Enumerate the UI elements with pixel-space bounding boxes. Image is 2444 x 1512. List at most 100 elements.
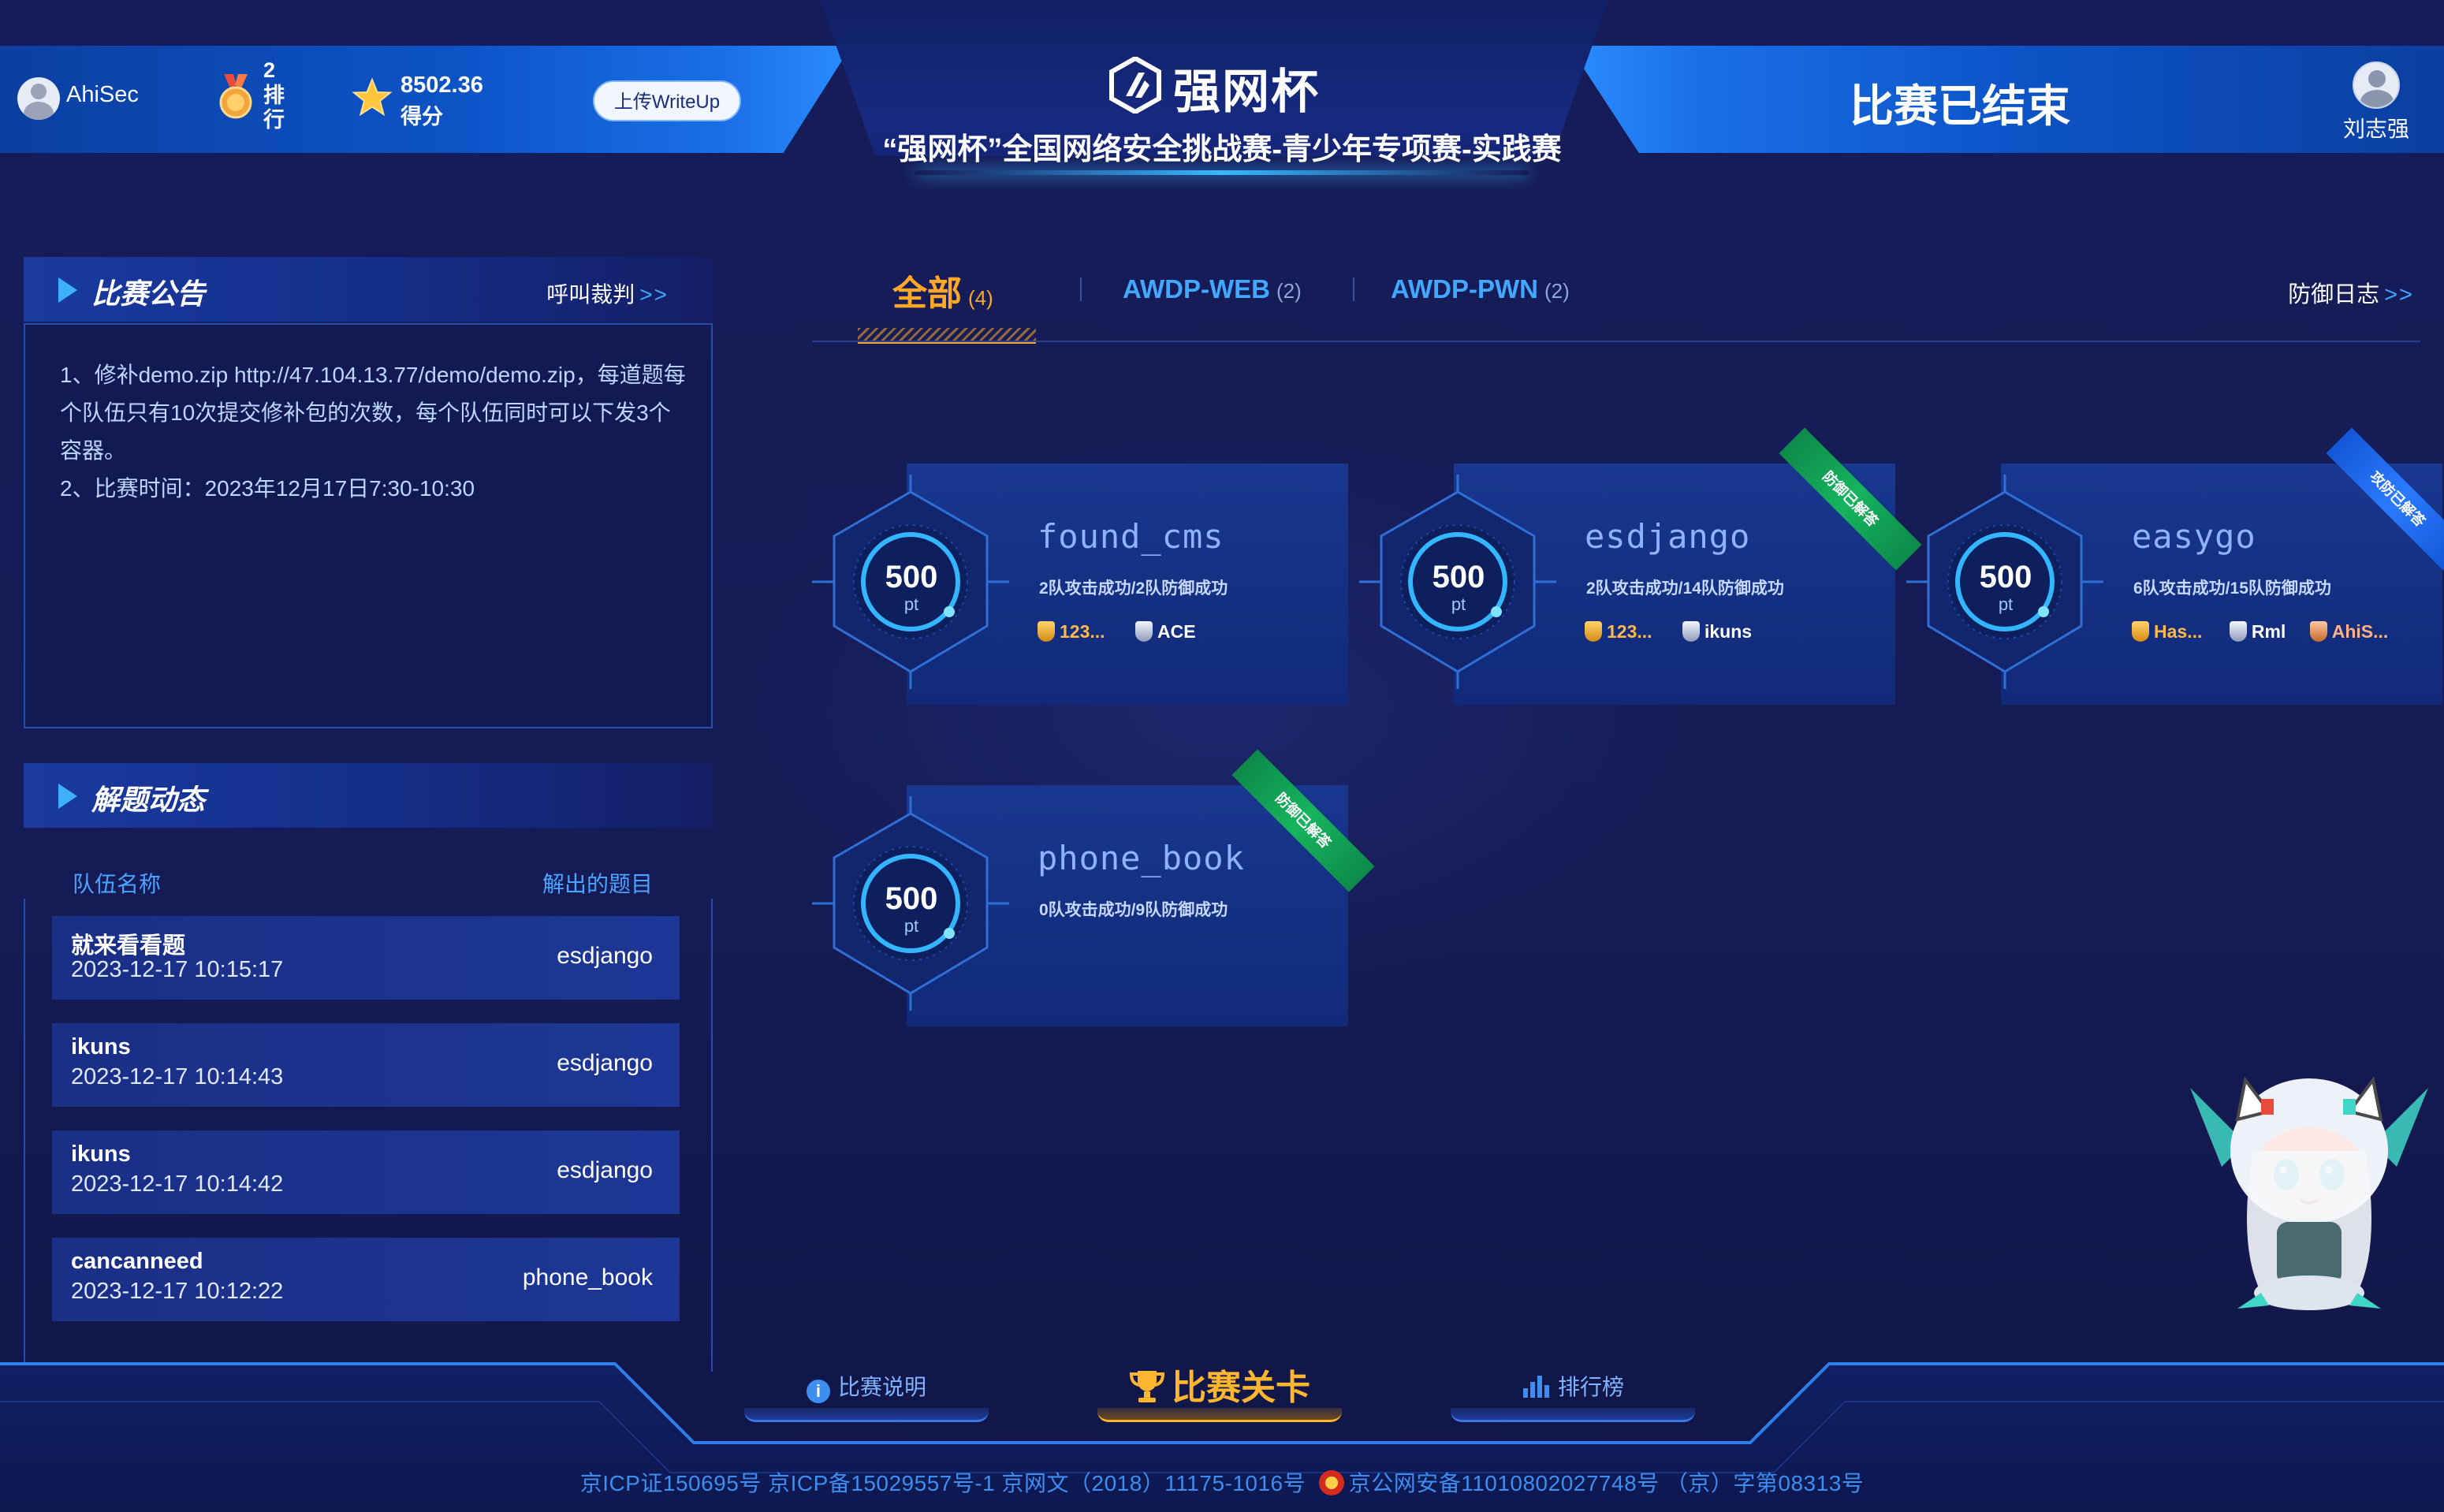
triangle-icon (58, 784, 77, 809)
points-unit: pt (903, 916, 919, 936)
announcement-line: 2、比赛时间：2023年12月17日7:30-10:30 (60, 476, 475, 501)
second-blood: ikuns (1682, 621, 1752, 642)
challenge-stats: 2队攻击成功/14队防御成功 (1586, 579, 1784, 598)
bronze-medal-icon (2309, 621, 2327, 642)
rank-value: 2 (263, 58, 276, 82)
tabs-divider (812, 341, 2420, 342)
nav-levels-label: 比赛关卡 (1172, 1369, 1310, 1407)
footer-icp: 京ICP证150695号 京ICP备15029557号-1 京网文（2018）1… (0, 1466, 2444, 1498)
score-label: 得分 (401, 105, 443, 128)
challenge-name: found_cms (1038, 517, 1224, 556)
call-referee-label: 呼叫裁判 (546, 282, 635, 307)
logo-text: 强网杯 (1173, 65, 1320, 118)
team-name: AhiSec (66, 82, 139, 107)
tab-count: (2) (1276, 279, 1302, 303)
solves-header: 解题动态 (24, 763, 713, 828)
tab-awdp-pwn[interactable]: AWDP-PWN (2) (1391, 274, 1570, 304)
defense-log-label: 防御日志 (2288, 282, 2380, 307)
user-name[interactable]: 刘志强 (2343, 112, 2409, 143)
second-blood: Rml (2229, 621, 2286, 642)
police-badge-icon (1318, 1470, 1344, 1495)
blood-list: 123... ACE (1038, 621, 1223, 648)
icp-left-text[interactable]: 京ICP证150695号 京ICP备15029557号-1 京网文（2018）1… (580, 1471, 1306, 1495)
header-glow-line (915, 170, 1529, 175)
bar-chart-icon (1522, 1376, 1549, 1398)
column-team: 队伍名称 (73, 872, 162, 896)
tab-separator (1080, 277, 1082, 301)
column-challenge: 解出的题目 (542, 872, 653, 896)
tab-awdp-web[interactable]: AWDP-WEB (2) (1123, 274, 1302, 304)
solve-team: ikuns (71, 1034, 131, 1060)
points-unit: pt (1451, 594, 1466, 614)
tab-separator (1353, 277, 1354, 301)
challenge-name: easygo (2132, 517, 2256, 556)
first-blood: 123... (1038, 621, 1105, 642)
tab-label: AWDP-PWN (1391, 274, 1538, 304)
challenge-stats: 2队攻击成功/2队防御成功 (1039, 579, 1228, 598)
gold-medal-icon (2132, 621, 2149, 642)
solve-time: 2023-12-17 10:14:42 (71, 1171, 284, 1197)
solve-row: ikuns 2023-12-17 10:14:43 esdjango (52, 1023, 680, 1107)
points-value: 500 (1432, 560, 1485, 594)
icp-right-text[interactable]: 京公网安备11010802027748号 （京）字第08313号 (1349, 1471, 1865, 1495)
team-avatar-icon[interactable] (17, 77, 60, 120)
solve-team: cancanneed (71, 1249, 203, 1274)
points-value: 500 (1979, 560, 2032, 594)
qwb-logo-icon (1109, 57, 1161, 114)
challenge-name: esdjango (1585, 517, 1751, 556)
silver-medal-icon (2229, 621, 2247, 642)
defense-log-link[interactable]: 防御日志 >> (2288, 276, 2414, 309)
tab-label: 全部 (892, 274, 962, 313)
upload-writeup-button[interactable]: 上传WriteUp (593, 80, 741, 121)
tab-count: (4) (968, 286, 993, 310)
challenge-card[interactable]: 500 pt esdjango 2队攻击成功/14队防御成功 123... ik… (1359, 427, 1922, 713)
solve-row: ikuns 2023-12-17 10:14:42 esdjango (52, 1130, 680, 1214)
nav-plate-active (1097, 1408, 1342, 1422)
announcements-text: 1、修补demo.zip http://47.104.13.77/demo/de… (60, 356, 691, 508)
challenge-card[interactable]: 500 pt easygo 6队攻击成功/15队防御成功 Has... Rml … (1906, 427, 2444, 713)
challenge-card[interactable]: 500 pt phone_book 0队攻击成功/9队防御成功 防御已解答 (812, 749, 1375, 1034)
challenge-name: phone_book (1038, 839, 1245, 877)
solve-row: 就来看看题 2023-12-17 10:15:17 esdjango (52, 916, 680, 1000)
nav-leaderboard[interactable]: 排行榜 (1451, 1370, 1695, 1402)
nav-leaderboard-label: 排行榜 (1557, 1375, 1624, 1399)
triangle-icon (58, 277, 77, 303)
second-blood: ACE (1135, 621, 1196, 642)
solves-column-headers: 队伍名称 解出的题目 (73, 867, 653, 899)
blood-list: Has... Rml AhiS... (2132, 621, 2388, 648)
first-blood-team: Has... (2154, 621, 2203, 642)
blood-list: 123... ikuns (1585, 621, 1779, 648)
nav-plate (1451, 1408, 1695, 1422)
score-value: 8502.36 (401, 73, 483, 98)
solve-time: 2023-12-17 10:12:22 (71, 1279, 284, 1304)
announcements-box: 1、修补demo.zip http://47.104.13.77/demo/de… (24, 323, 713, 728)
star-icon (352, 77, 393, 117)
challenge-stats: 0队攻击成功/9队防御成功 (1039, 901, 1228, 919)
mascot-character-icon (2190, 1076, 2428, 1310)
second-blood-team: Rml (2251, 621, 2286, 642)
double-arrow-icon: >> (2384, 282, 2414, 307)
gold-medal-icon (1038, 621, 1055, 642)
second-blood-team: ikuns (1704, 621, 1753, 642)
trophy-icon (1129, 1371, 1165, 1402)
solve-time: 2023-12-17 10:15:17 (71, 957, 284, 982)
announcements-title: 比赛公告 (91, 277, 206, 310)
first-blood-team: 123... (1607, 621, 1652, 642)
tab-all[interactable]: 全部 (4) (892, 265, 993, 315)
tab-count: (2) (1544, 279, 1570, 303)
user-avatar-icon[interactable] (2353, 61, 2400, 109)
third-blood: AhiS... (2309, 621, 2389, 642)
third-blood-team: AhiS... (2331, 621, 2389, 642)
silver-medal-icon (1682, 621, 1700, 642)
first-blood: 123... (1585, 621, 1652, 642)
points-value: 500 (885, 560, 938, 594)
nav-competition-levels[interactable]: 比赛关卡 (1097, 1359, 1342, 1410)
first-blood: Has... (2132, 621, 2202, 642)
gold-medal-icon (1585, 621, 1602, 642)
challenge-card[interactable]: 500 pt found_cms 2队攻击成功/2队防御成功 123... AC… (812, 460, 1348, 713)
nav-rules-label: 比赛说明 (837, 1375, 926, 1399)
solve-time: 2023-12-17 10:14:43 (71, 1064, 284, 1089)
nav-competition-rules[interactable]: i 比赛说明 (744, 1370, 989, 1403)
solve-challenge: esdjango (557, 1050, 653, 1076)
call-referee-link[interactable]: 呼叫裁判 >> (546, 277, 669, 309)
